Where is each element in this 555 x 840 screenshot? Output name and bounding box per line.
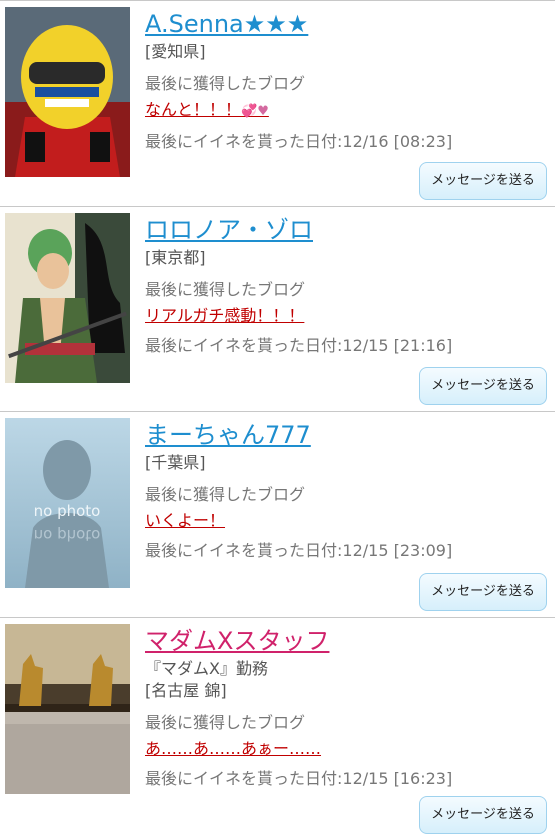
heart-emoji-icons: 💞♥ <box>241 104 269 119</box>
user-location: [愛知県] <box>145 42 206 61</box>
blog-title-link[interactable]: リアルガチ感動！！！ <box>145 305 304 327</box>
no-photo-placeholder: no photo no photo <box>5 418 130 588</box>
racing-helmet-photo <box>5 7 130 177</box>
user-location: [名古屋 錦] <box>145 681 227 700</box>
user-workplace: 『マダムX』勤務 <box>145 659 268 678</box>
user-photo[interactable] <box>5 624 130 794</box>
last-like-date: 最後にイイネを貰った日付:12/15 [16:23] <box>145 769 453 788</box>
user-card: ロロノア・ゾロ [東京都] 最後に獲得したブログ リアルガチ感動！！！ 最後にイ… <box>0 206 555 411</box>
last-blog-label: 最後に獲得したブログ <box>145 713 306 732</box>
user-name-link[interactable]: マダムXスタッフ <box>145 626 329 656</box>
user-card: A.Senna★★★ [愛知県] 最後に獲得したブログ なんと！！！💞♥ 最後に… <box>0 0 555 206</box>
blog-title-text: なんと！！！ <box>145 100 242 119</box>
last-blog-label: 最後に獲得したブログ <box>145 485 306 504</box>
anime-character-photo <box>5 213 130 383</box>
user-photo[interactable] <box>5 213 130 383</box>
no-photo-text: no photo <box>34 502 101 520</box>
user-card: マダムXスタッフ 『マダムX』勤務 [名古屋 錦] 最後に獲得したブログ あ……… <box>0 617 555 840</box>
last-like-date: 最後にイイネを貰った日付:12/16 [08:23] <box>145 132 453 151</box>
last-blog-label: 最後に獲得したブログ <box>145 280 306 299</box>
user-location: [千葉県] <box>145 453 206 472</box>
user-photo[interactable] <box>5 7 130 177</box>
user-name-link[interactable]: まーちゃん777 <box>145 420 311 450</box>
send-message-button[interactable]: メッセージを送る <box>419 796 547 834</box>
no-photo-reflection: no photo <box>34 526 101 544</box>
last-blog-label: 最後に獲得したブログ <box>145 74 306 93</box>
user-location: [東京都] <box>145 248 206 267</box>
last-like-date: 最後にイイネを貰った日付:12/15 [21:16] <box>145 336 453 355</box>
blog-title-link[interactable]: あ……あ……あぁー…… <box>145 738 321 760</box>
send-message-button[interactable]: メッセージを送る <box>419 573 547 611</box>
send-message-button[interactable]: メッセージを送る <box>419 162 547 200</box>
user-card: no photo no photo まーちゃん777 [千葉県] 最後に獲得した… <box>0 411 555 617</box>
user-list: A.Senna★★★ [愛知県] 最後に獲得したブログ なんと！！！💞♥ 最後に… <box>0 0 555 840</box>
user-name-link[interactable]: A.Senna★★★ <box>145 9 308 39</box>
user-photo[interactable]: no photo no photo <box>5 418 130 588</box>
last-like-date: 最後にイイネを貰った日付:12/15 [23:09] <box>145 541 453 560</box>
golden-statues-photo <box>5 624 130 794</box>
blog-title-link[interactable]: なんと！！！💞♥ <box>145 99 269 123</box>
send-message-button[interactable]: メッセージを送る <box>419 367 547 405</box>
user-name-link[interactable]: ロロノア・ゾロ <box>145 215 313 245</box>
blog-title-link[interactable]: いくよー！ <box>145 510 225 532</box>
